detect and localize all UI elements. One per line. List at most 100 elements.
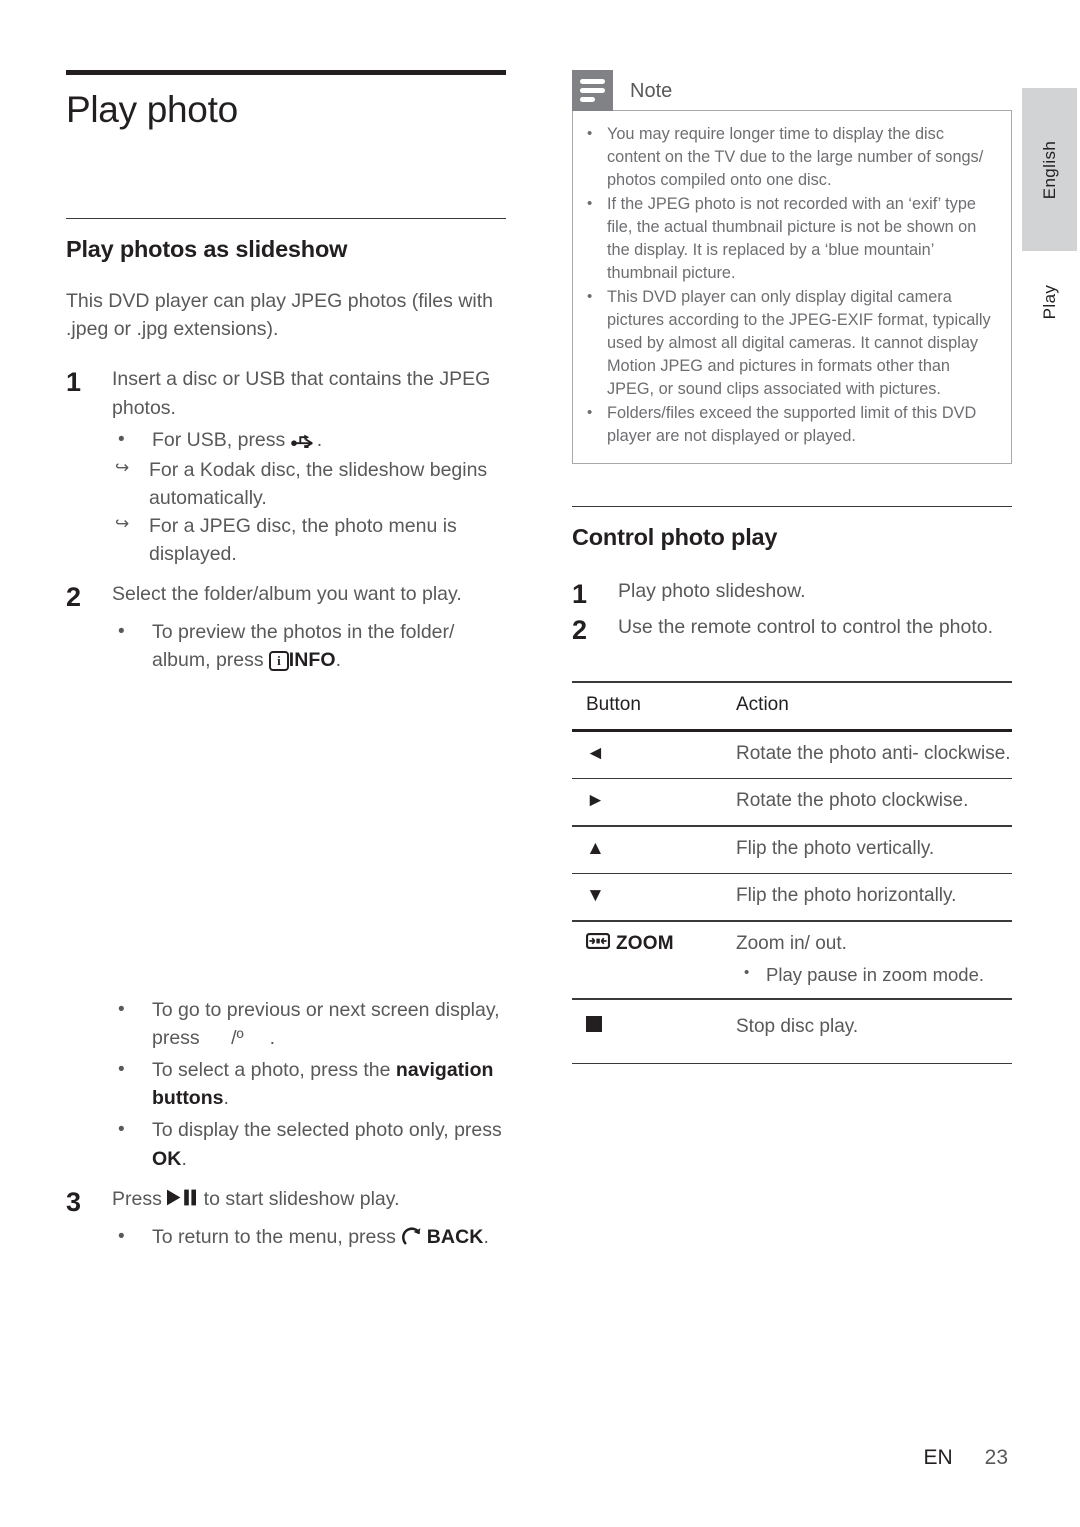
note-content: • You may require longer time to display… (572, 110, 1012, 464)
bullet-marker: • (118, 1119, 125, 1141)
table-row: ► Rotate the photo clockwise. (572, 779, 1012, 825)
bullet-marker: • (118, 999, 125, 1021)
bullet-display-photo: • To display the selected photo only, pr… (112, 1116, 506, 1172)
column-header-action: Action (736, 693, 789, 715)
bullet-marker: • (118, 620, 125, 642)
step-2: 2 Select the folder/album you want to pl… (66, 580, 506, 614)
ok-key-label: OK (152, 1147, 182, 1170)
row-action-text: Rotate the photo clockwise. (736, 790, 969, 812)
prev-next-separator: /º (231, 1027, 244, 1050)
play-pause-icon (167, 1186, 198, 1214)
control-step-1-text: Play photo slideshow. (618, 580, 806, 603)
button-action-table: Button Action ◄ Rotate the photo anti- c… (572, 681, 1012, 1065)
table-row: ▲ Flip the photo vertically. (572, 827, 1012, 873)
back-key-label: BACK (426, 1225, 484, 1248)
usb-icon (290, 428, 317, 456)
substep-back: • To return to the menu, press BACK. (112, 1223, 506, 1253)
bullet-marker: • (118, 1059, 125, 1081)
bullet-marker: • (744, 964, 750, 981)
note-item: • If the JPEG photo is not recorded with… (587, 193, 995, 285)
side-tab-chapter: Play (1022, 262, 1077, 342)
note-item-text: This DVD player can only display digital… (607, 287, 991, 398)
step-1: 1 Insert a disc or USB that contains the… (66, 365, 506, 421)
table-row: Stop disc play. (572, 1000, 1012, 1063)
zoom-button-cell: ZOOM (572, 931, 736, 958)
substep-back-text: To return to the menu, press (152, 1225, 402, 1248)
zoom-subnote-text: Play pause in zoom mode. (766, 964, 985, 985)
up-arrow-icon: ▲ (572, 836, 736, 863)
column-header-button: Button (586, 693, 641, 715)
right-arrow-icon: ► (572, 788, 736, 815)
row-action-text: Rotate the photo anti- clockwise. (736, 742, 1011, 764)
control-step-1: 1 Play photo slideshow. (572, 577, 1012, 611)
bullet-prev-next: • To go to previous or next screen displ… (112, 996, 506, 1052)
section-heading-rule (66, 217, 506, 220)
zoom-key-label: ZOOM (616, 933, 674, 955)
bullet-marker: • (587, 287, 593, 305)
step-3-substeps: • To return to the menu, press BACK. (66, 1223, 506, 1253)
footer-page-number: 23 (984, 1446, 1008, 1469)
side-tab-chapter-label: Play (1039, 284, 1059, 320)
row-action-text: Zoom in/ out. (736, 933, 847, 955)
row-action-subnote: • Play pause in zoom mode. (736, 962, 1012, 988)
step-2-substeps: • To preview the photos in the folder/ a… (66, 618, 506, 674)
note-lines-icon (572, 70, 613, 111)
substep-jpeg: ↪ For a JPEG disc, the photo menu is dis… (112, 512, 506, 568)
side-tab-language-label: English (1039, 140, 1059, 199)
bullet-prev-next-suffix: . (269, 1027, 276, 1050)
up-arrow-glyph: ▲ (586, 837, 605, 859)
control-step-1-number: 1 (572, 579, 588, 610)
bullet-marker: • (118, 428, 125, 450)
control-photo-play-section: Control photo play 1 Play photo slidesho… (572, 505, 1012, 1065)
back-arrow-icon (401, 1225, 421, 1253)
substep-usb-suffix: . (316, 428, 323, 451)
stop-icon (572, 1014, 736, 1041)
right-arrow-glyph: ► (586, 790, 605, 812)
down-arrow-icon: ▼ (572, 883, 736, 910)
table-header-row: Button Action (572, 683, 1012, 729)
note-item-text: If the JPEG photo is not recorded with a… (607, 194, 977, 282)
control-step-2: 2 Use the remote control to control the … (572, 613, 1012, 647)
navigation-bullets: • To go to previous or next screen displ… (66, 996, 506, 1172)
right-column: Note • You may require longer time to di… (572, 70, 1012, 1065)
bullet-display-photo-suffix: . (181, 1147, 187, 1170)
arrow-marker: ↪ (115, 457, 130, 477)
bullet-select-photo-suffix: . (223, 1087, 229, 1110)
row-action-text: Stop disc play. (736, 1015, 859, 1037)
control-step-2-number: 2 (572, 615, 588, 646)
step-2-number: 2 (66, 582, 82, 613)
row-action-text: Flip the photo horizontally. (736, 885, 957, 907)
step-3-number: 3 (66, 1186, 82, 1217)
step-1-number: 1 (66, 367, 82, 398)
step-3-suffix: to start slideshow play. (198, 1187, 400, 1210)
control-heading-rule (572, 505, 1012, 508)
bullet-marker: • (587, 403, 593, 421)
table-row: ◄ Rotate the photo anti- clockwise. (572, 732, 1012, 778)
substep-preview: • To preview the photos in the folder/ a… (112, 618, 506, 674)
substep-kodak-text: For a Kodak disc, the slideshow begins a… (149, 458, 488, 509)
table-bottom-rule (572, 1062, 1012, 1065)
side-tab-language: English (1022, 88, 1077, 251)
intro-paragraph: This DVD player can play JPEG photos (fi… (66, 290, 494, 341)
left-arrow-icon: ◄ (572, 741, 736, 768)
substep-jpeg-text: For a JPEG disc, the photo menu is displ… (149, 514, 457, 565)
note-item: • You may require longer time to display… (587, 123, 995, 192)
bullet-display-photo-text: To display the selected photo only, pres… (152, 1119, 502, 1142)
page-footer: EN 23 (0, 1446, 1080, 1470)
bullet-prev-next-text: To go to previous or next screen display… (152, 999, 500, 1050)
note-item-text: Folders/files exceed the supported limit… (607, 403, 977, 445)
step-1-text: Insert a disc or USB that contains the J… (112, 368, 491, 419)
substep-back-suffix: . (483, 1225, 489, 1248)
substep-usb: • For USB, press . (112, 426, 506, 456)
info-icon: i (269, 651, 289, 672)
section-heading-slideshow: Play photos as slideshow (66, 236, 348, 263)
substep-preview-suffix: . (335, 649, 342, 672)
stop-square-glyph (586, 1015, 602, 1032)
control-step-2-text: Use the remote control to control the ph… (618, 616, 994, 639)
table-row: ZOOM Zoom in/ out. • Play pause in zoom … (572, 922, 1012, 998)
note-item-text: You may require longer time to display t… (607, 125, 984, 189)
substep-kodak: ↪ For a Kodak disc, the slideshow begins… (112, 456, 506, 512)
info-key-label: INFO (288, 649, 336, 672)
chapter-title-rule (66, 70, 506, 75)
step-2-text: Select the folder/album you want to play… (112, 583, 462, 606)
